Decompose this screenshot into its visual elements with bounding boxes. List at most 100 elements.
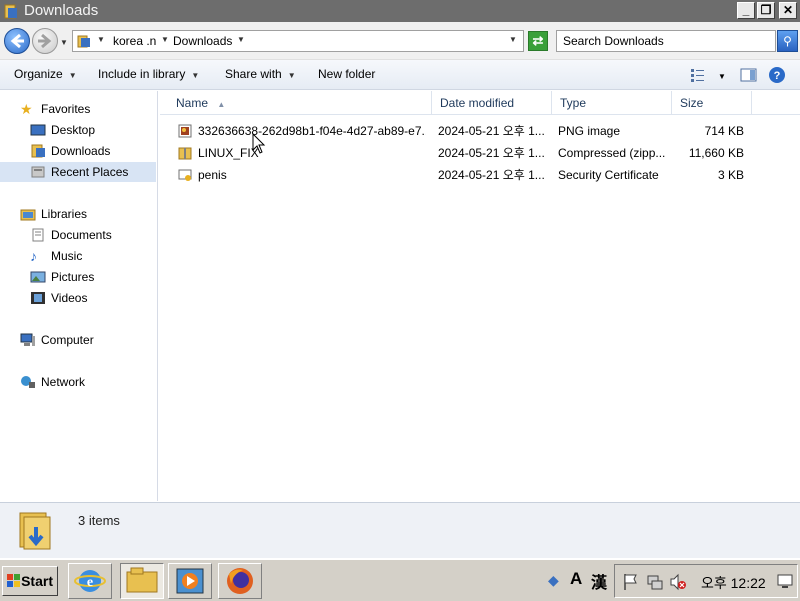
chevron-down-icon[interactable]: ▼ [161,35,169,44]
language-bar-icon[interactable]: ◆ [548,572,559,589]
column-date-modified[interactable]: Date modified [432,91,552,115]
navigation-pane: ★ Favorites Desktop Downloads Recent Pla… [0,91,158,501]
nav-item-label: Recent Places [51,165,129,179]
details-pane: 3 items [0,502,800,558]
mouse-cursor-icon [252,133,266,154]
refresh-icon: ⇄ [532,33,544,48]
preview-pane-icon[interactable] [740,66,758,84]
nav-item-recent-places[interactable]: Recent Places [0,162,156,182]
close-button[interactable]: ✕ [779,2,797,19]
file-type: Security Certificate [558,168,659,182]
column-name-label: Name [176,96,209,110]
png-image-icon [178,124,192,138]
ime-hanja[interactable]: 漢 [591,569,607,593]
file-size: 11,660 KB [688,146,744,160]
internet-explorer-icon: e [74,570,106,592]
window-title: Downloads [24,2,99,19]
taskbar-explorer[interactable] [120,563,164,599]
address-bar[interactable]: ▼ korea .n ▼ Downloads ▼ ▼ [72,30,524,52]
computer-icon [20,333,35,346]
file-name[interactable]: 332636638-262d98b1-f04e-4d27-ab89-e7... [198,120,426,142]
maximize-button[interactable]: ❐ [757,2,775,19]
start-button[interactable]: Start [2,566,58,596]
file-name[interactable]: LINUX_FIX [198,142,426,164]
column-size[interactable]: Size [672,91,752,115]
nav-item-music[interactable]: ♪ Music [0,246,156,266]
nav-item-desktop[interactable]: Desktop [0,120,156,140]
chevron-right-icon[interactable]: ▼ [97,35,105,44]
file-date: 2024-05-21 오후 1... [438,124,545,138]
file-size: 3 KB [717,168,744,182]
organize-button[interactable]: Organize ▼ [14,67,77,83]
nav-item-label: Videos [51,291,88,305]
recent-pages-dropdown[interactable]: ▼ [60,38,68,47]
new-folder-button[interactable]: New folder [318,67,375,81]
nav-item-downloads[interactable]: Downloads [0,141,156,161]
file-date: 2024-05-21 오후 1... [438,146,545,160]
nav-item-videos[interactable]: Videos [0,288,156,308]
chevron-down-icon: ▼ [68,71,77,80]
downloads-folder-icon [19,512,51,550]
view-options-icon[interactable] [690,66,706,84]
breadcrumb-user[interactable]: korea .n [113,34,156,48]
item-count: 3 items [78,513,120,528]
nav-computer-label: Computer [41,333,94,347]
file-row[interactable]: penis 2024-05-21 오후 1... Security Certif… [160,164,800,186]
firefox-icon [227,568,253,594]
sort-ascending-icon: ▲ [217,100,226,109]
back-button[interactable] [4,28,30,54]
column-header: Name ▲ Date modified Type Size [160,91,800,115]
taskbar-media-player[interactable] [168,563,212,599]
nav-network[interactable]: Network [0,372,156,392]
music-note-icon: ♪ [30,248,37,264]
file-name[interactable]: penis [198,164,426,186]
forward-arrow-icon [38,33,52,49]
network-status-icon[interactable] [647,573,663,591]
nav-computer[interactable]: Computer [0,330,156,350]
taskbar-firefox[interactable] [218,563,262,599]
volume-muted-icon[interactable] [669,573,687,591]
clock[interactable]: 오후 12:22 [701,573,766,593]
recent-places-icon [31,166,45,178]
libraries-icon [20,209,36,221]
forward-button[interactable] [32,28,58,54]
taskbar-internet-explorer[interactable]: e [68,563,112,599]
windows-logo-icon [7,574,20,587]
refresh-button[interactable]: ⇄ [528,31,548,51]
address-dropdown-icon[interactable]: ▼ [509,35,517,44]
network-icon [21,376,35,388]
search-input[interactable]: Search Downloads [556,30,776,52]
show-desktop-icon[interactable] [777,573,793,589]
nav-item-documents[interactable]: Documents [0,225,156,245]
chevron-down-icon[interactable]: ▼ [237,35,245,44]
share-with-button[interactable]: Share with ▼ [225,67,296,83]
column-name[interactable]: Name ▲ [168,91,432,115]
folder-icon [126,567,158,593]
search-button[interactable]: ⚲ [777,30,798,52]
nav-favorites[interactable]: ★ Favorites [0,99,156,119]
ime-mode[interactable]: A [570,569,582,589]
file-type: PNG image [558,124,621,138]
minimize-button[interactable]: _ [737,2,755,19]
nav-item-label: Downloads [51,144,111,158]
view-dropdown-icon[interactable]: ▼ [718,70,726,84]
help-icon[interactable]: ? [768,66,786,84]
share-with-label: Share with [225,67,282,81]
title-bar: Downloads _ ❐ ✕ [0,0,800,22]
pictures-icon [30,271,46,283]
folder-icon [77,35,90,48]
nav-item-pictures[interactable]: Pictures [0,267,156,287]
include-in-library-button[interactable]: Include in library ▼ [98,67,199,83]
action-center-flag-icon[interactable] [623,573,639,591]
nav-libraries[interactable]: Libraries [0,204,156,224]
column-type[interactable]: Type [552,91,672,115]
breadcrumb-downloads[interactable]: Downloads [173,34,232,48]
svg-text:e: e [87,575,93,590]
command-bar: Organize ▼ Include in library ▼ Share with… [0,60,800,90]
downloads-folder-icon [31,144,45,158]
explorer-window: Downloads _ ❐ ✕ ▼ ▼ korea .n ▼ Downloads… [0,0,800,558]
file-size: 714 KB [704,124,744,138]
search-icon: ⚲ [783,34,792,48]
nav-item-label: Desktop [51,123,96,137]
desktop-icon [30,124,46,136]
